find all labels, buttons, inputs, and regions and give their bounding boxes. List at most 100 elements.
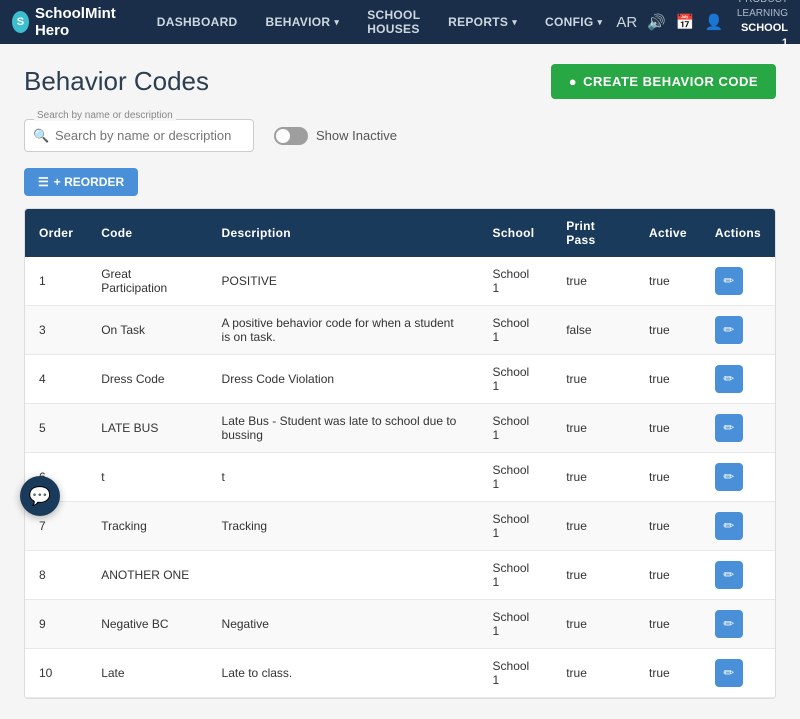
user-icon[interactable]: 👤: [705, 13, 724, 31]
edit-button[interactable]: ✏: [715, 316, 743, 344]
top-navigation: S SchoolMint Hero DASHBOARD BEHAVIOR ▾ S…: [0, 0, 800, 44]
behavior-dropdown-arrow: ▾: [334, 17, 339, 28]
cell-school: School 1: [479, 502, 553, 551]
table-header-row: Order Code Description School Print Pass…: [25, 209, 775, 257]
page-title: Behavior Codes: [24, 66, 209, 97]
table-body: 1 Great Participation POSITIVE School 1 …: [25, 257, 775, 698]
cell-school: School 1: [479, 306, 553, 355]
edit-button[interactable]: ✏: [715, 267, 743, 295]
cell-code: LATE BUS: [87, 404, 207, 453]
cell-print-pass: true: [552, 649, 635, 698]
edit-button[interactable]: ✏: [715, 561, 743, 589]
search-container: Search by name or description 🔍: [24, 119, 254, 152]
behavior-codes-table: Order Code Description School Print Pass…: [25, 209, 775, 698]
cell-description: A positive behavior code for when a stud…: [208, 306, 479, 355]
cell-active: true: [635, 453, 701, 502]
cell-school: School 1: [479, 404, 553, 453]
cell-school: School 1: [479, 355, 553, 404]
logo[interactable]: S SchoolMint Hero: [12, 5, 127, 39]
edit-button[interactable]: ✏: [715, 414, 743, 442]
table-row: 8 ANOTHER ONE School 1 true true ✏: [25, 551, 775, 600]
cell-actions: ✏: [701, 502, 775, 551]
cell-actions: ✏: [701, 649, 775, 698]
cell-active: true: [635, 502, 701, 551]
cell-active: true: [635, 600, 701, 649]
col-school: School: [479, 209, 553, 257]
cell-code: Negative BC: [87, 600, 207, 649]
table-row: 5 LATE BUS Late Bus - Student was late t…: [25, 404, 775, 453]
filter-row: Search by name or description 🔍 Show Ina…: [24, 119, 776, 152]
user-school: SCHOOL 1: [733, 21, 788, 52]
cell-description: Negative: [208, 600, 479, 649]
cell-description: Dress Code Violation: [208, 355, 479, 404]
col-print-pass: Print Pass: [552, 209, 635, 257]
col-order: Order: [25, 209, 87, 257]
cell-active: true: [635, 306, 701, 355]
cell-actions: ✏: [701, 306, 775, 355]
nav-school-houses[interactable]: SCHOOL HOUSES: [353, 0, 434, 44]
behavior-codes-table-container: Order Code Description School Print Pass…: [24, 208, 776, 699]
cell-actions: ✏: [701, 355, 775, 404]
nav-config[interactable]: CONFIG ▾: [531, 0, 616, 44]
edit-button[interactable]: ✏: [715, 463, 743, 491]
cell-actions: ✏: [701, 404, 775, 453]
cell-description: Tracking: [208, 502, 479, 551]
edit-button[interactable]: ✏: [715, 365, 743, 393]
reports-dropdown-arrow: ▾: [512, 17, 517, 28]
cell-print-pass: false: [552, 306, 635, 355]
nav-reports[interactable]: REPORTS ▾: [434, 0, 531, 44]
audio-icon[interactable]: 🔊: [647, 13, 666, 31]
chat-bubble-button[interactable]: 💬: [20, 476, 60, 516]
cell-print-pass: true: [552, 600, 635, 649]
cell-school: School 1: [479, 551, 553, 600]
cell-order: 1: [25, 257, 87, 306]
create-behavior-code-button[interactable]: ● CREATE BEHAVIOR CODE: [551, 64, 776, 99]
config-dropdown-arrow: ▾: [598, 17, 603, 28]
cell-description: [208, 551, 479, 600]
user-org: PRODUCT LEARNING: [733, 0, 788, 21]
col-description: Description: [208, 209, 479, 257]
calendar-icon[interactable]: 📅: [676, 13, 695, 31]
cell-description: Late to class.: [208, 649, 479, 698]
table-row: 9 Negative BC Negative School 1 true tru…: [25, 600, 775, 649]
nav-right: AR 🔊 📅 👤 PRODUCT LEARNING SCHOOL 1: [616, 0, 788, 51]
nav-links: DASHBOARD BEHAVIOR ▾ SCHOOL HOUSES REPOR…: [143, 0, 617, 44]
cell-order: 5: [25, 404, 87, 453]
cell-print-pass: true: [552, 502, 635, 551]
cell-code: ANOTHER ONE: [87, 551, 207, 600]
cell-actions: ✏: [701, 551, 775, 600]
edit-button[interactable]: ✏: [715, 610, 743, 638]
cell-code: On Task: [87, 306, 207, 355]
cell-description: t: [208, 453, 479, 502]
table-row: 4 Dress Code Dress Code Violation School…: [25, 355, 775, 404]
nav-dashboard[interactable]: DASHBOARD: [143, 0, 252, 44]
col-active: Active: [635, 209, 701, 257]
cell-school: School 1: [479, 257, 553, 306]
chat-icon: 💬: [29, 486, 51, 507]
accessibility-icon[interactable]: AR: [616, 14, 637, 31]
cell-actions: ✏: [701, 257, 775, 306]
cell-code: Dress Code: [87, 355, 207, 404]
edit-button[interactable]: ✏: [715, 659, 743, 687]
show-inactive-label: Show Inactive: [316, 128, 397, 143]
cell-print-pass: true: [552, 453, 635, 502]
plus-icon: ●: [569, 74, 577, 89]
cell-code: Late: [87, 649, 207, 698]
logo-text: SchoolMint Hero: [35, 5, 127, 39]
search-icon: 🔍: [33, 128, 49, 144]
nav-behavior[interactable]: BEHAVIOR ▾: [252, 0, 354, 44]
cell-print-pass: true: [552, 257, 635, 306]
show-inactive-toggle[interactable]: [274, 127, 308, 145]
cell-description: POSITIVE: [208, 257, 479, 306]
cell-active: true: [635, 355, 701, 404]
show-inactive-container: Show Inactive: [274, 127, 397, 145]
table-row: 10 Late Late to class. School 1 true tru…: [25, 649, 775, 698]
reorder-button[interactable]: ☰ + REORDER: [24, 168, 138, 196]
search-input[interactable]: [24, 119, 254, 152]
main-content: Behavior Codes ● CREATE BEHAVIOR CODE Se…: [0, 44, 800, 719]
reorder-icon: ☰: [38, 175, 49, 189]
cell-order: 4: [25, 355, 87, 404]
cell-order: 3: [25, 306, 87, 355]
cell-active: true: [635, 551, 701, 600]
table-row: 7 Tracking Tracking School 1 true true ✏: [25, 502, 775, 551]
